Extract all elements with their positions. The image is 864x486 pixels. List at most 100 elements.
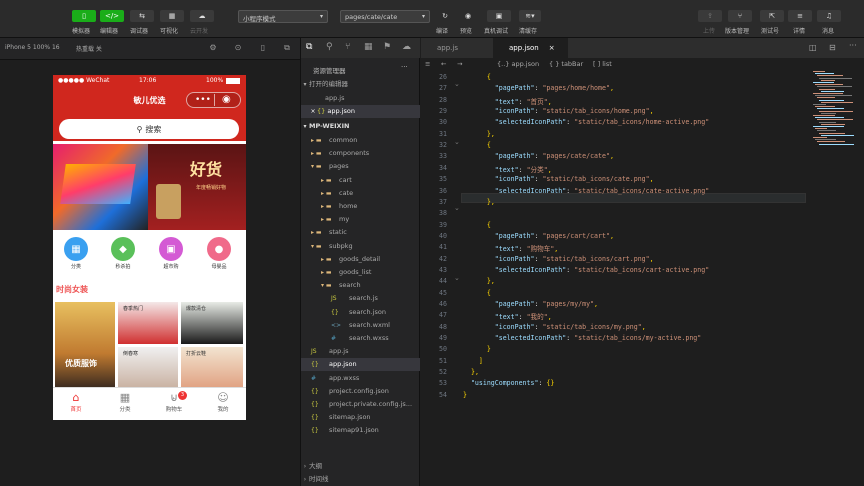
- version-manage-button[interactable]: ⑂: [728, 10, 752, 22]
- project-section[interactable]: ▾ MP-WEIXIN: [301, 120, 420, 133]
- tree-item[interactable]: ▸ ▬ cart: [301, 174, 420, 187]
- real-device-debug-button[interactable]: ▣: [487, 10, 511, 22]
- split-editor-icon[interactable]: ◫: [809, 43, 817, 52]
- wxss-file-icon: #: [311, 374, 317, 382]
- detach-window-icon[interactable]: ⧉: [282, 43, 292, 53]
- tab-home[interactable]: ⌂ 首页: [56, 391, 96, 413]
- compile-page-select[interactable]: pages/cate/cate ▾: [340, 10, 430, 23]
- code-content[interactable]: 26 {27 "pagePath": "pages/home/home", 28 …: [421, 71, 864, 431]
- fold-chevron-icon[interactable]: ⌄: [454, 80, 460, 88]
- tree-item[interactable]: ▸ ▬ common: [301, 134, 420, 147]
- tree-item[interactable]: ▾ ▬ pages: [301, 160, 420, 173]
- breadcrumb-item[interactable]: { } tabBar: [549, 58, 583, 71]
- timeline-section[interactable]: › 时间线: [301, 473, 420, 486]
- debug-icon[interactable]: ⚑: [383, 42, 391, 52]
- swiper-banner[interactable]: 好货 年度畅销好物: [53, 144, 246, 230]
- messages-button[interactable]: ♫: [817, 10, 841, 22]
- clear-cache-button[interactable]: ≋▾: [519, 10, 541, 22]
- compile-button[interactable]: ↻: [433, 10, 457, 22]
- tree-item[interactable]: ▸ ▬ goods_list: [301, 266, 420, 279]
- close-icon[interactable]: ×: [309, 105, 317, 118]
- cat-item-mother-baby[interactable]: ● 母婴品: [205, 237, 233, 270]
- tree-item[interactable]: ▸ ▬ static: [301, 226, 420, 239]
- tree-item[interactable]: ▸ ▬ components: [301, 147, 420, 160]
- tree-item-label: static: [329, 228, 347, 237]
- tab-category[interactable]: ▦ 分类: [105, 391, 145, 413]
- tree-item[interactable]: # search.wxss: [301, 332, 420, 345]
- breadcrumb-item[interactable]: {..} app.json: [497, 58, 539, 71]
- tree-item[interactable]: {} project.config.json: [301, 385, 420, 398]
- upload-button[interactable]: ⇪: [698, 10, 722, 22]
- more-dots-icon[interactable]: •••: [195, 94, 211, 106]
- tree-item[interactable]: {} search.json: [301, 306, 420, 319]
- line-number: 48: [439, 322, 447, 331]
- cloud-dev-button[interactable]: ☁: [190, 10, 214, 22]
- toggle-panel-icon[interactable]: ⊟: [829, 43, 836, 52]
- gear-icon[interactable]: ⚙: [208, 43, 218, 53]
- hot-reload-toggle[interactable]: 热重载 关: [76, 44, 102, 53]
- floor-image-5[interactable]: 打折云鞋: [181, 347, 243, 389]
- more-actions-icon[interactable]: ···: [849, 41, 857, 50]
- cat-item-seckill[interactable]: ◆ 秒杀拍: [109, 237, 137, 270]
- minimap[interactable]: [807, 71, 857, 151]
- floor-image-3[interactable]: 爆款清仓: [181, 302, 243, 344]
- tree-item[interactable]: ▸ ▬ cate: [301, 187, 420, 200]
- phone-rotate-icon[interactable]: ▯: [258, 43, 268, 53]
- editor-toggle-button[interactable]: </>: [100, 10, 124, 22]
- tree-item[interactable]: {} sitemap.json: [301, 411, 420, 424]
- tree-item[interactable]: ▸ ▬ my: [301, 213, 420, 226]
- floor-image-4[interactable]: 倒春寒: [118, 347, 178, 389]
- tab-my[interactable]: ☺ 我的: [203, 391, 243, 413]
- tree-item[interactable]: ▸ ▬ goods_detail: [301, 253, 420, 266]
- cat-item-supermarket[interactable]: ▣ 超市购: [157, 237, 185, 270]
- cat-item-classify[interactable]: ▦ 分类: [62, 237, 90, 270]
- tree-item[interactable]: {} app.json: [301, 358, 420, 372]
- forward-arrow-icon[interactable]: →: [457, 58, 462, 71]
- visual-toggle-button[interactable]: ▦: [160, 10, 184, 22]
- device-select[interactable]: iPhone 5 100% 16: [5, 44, 60, 51]
- record-icon[interactable]: ⊙: [233, 43, 243, 53]
- tree-item[interactable]: {} sitemap91.json: [301, 424, 420, 437]
- back-arrow-icon[interactable]: ←: [441, 58, 446, 71]
- tree-item[interactable]: # app.wxss: [301, 372, 420, 385]
- breadcrumb-item[interactable]: [ ] list: [593, 58, 612, 71]
- simulator-toggle-button[interactable]: ▯: [72, 10, 96, 22]
- tree-item-label: app.json: [329, 360, 357, 369]
- extensions-icon[interactable]: ▦: [364, 42, 373, 52]
- tree-item[interactable]: <> search.wxml: [301, 319, 420, 332]
- tab-app-js[interactable]: app.js: [421, 38, 491, 58]
- open-editors-section[interactable]: ▾ 打开的编辑器: [301, 78, 420, 91]
- open-file-app-json[interactable]: ×{} app.json: [301, 105, 420, 118]
- mode-select[interactable]: 小程序模式 ▾: [238, 10, 328, 23]
- tree-item[interactable]: {} project.private.config.js...: [301, 398, 420, 411]
- test-account-button[interactable]: ⇱: [760, 10, 784, 22]
- search-icon[interactable]: ⚲: [326, 42, 333, 52]
- fold-chevron-icon[interactable]: ⌄: [454, 204, 460, 212]
- cloud-icon[interactable]: ☁: [402, 42, 411, 52]
- floor-image-2[interactable]: 春季热门: [118, 302, 178, 344]
- tab-app-json[interactable]: app.json ×: [493, 38, 568, 58]
- tree-item[interactable]: JS app.js: [301, 345, 420, 358]
- code-line: "pagePath": "pages/my/my",: [494, 300, 599, 308]
- tree-item[interactable]: ▾ ▬ search: [301, 279, 420, 292]
- files-icon[interactable]: ⧉: [306, 42, 312, 52]
- close-icon[interactable]: ×: [549, 44, 555, 52]
- list-icon[interactable]: ≡: [425, 58, 430, 71]
- open-file-app-js[interactable]: app.js: [301, 92, 420, 105]
- floor-main-image[interactable]: 优质服饰: [55, 302, 115, 388]
- fold-chevron-icon[interactable]: ⌄: [454, 138, 460, 146]
- debugger-toggle-button[interactable]: ⇆: [130, 10, 154, 22]
- tab-cart[interactable]: ⊌ 购物车 3: [154, 391, 194, 413]
- more-actions-icon[interactable]: ···: [401, 63, 408, 71]
- source-control-icon[interactable]: ⑂: [345, 42, 350, 52]
- tree-item[interactable]: ▸ ▬ home: [301, 200, 420, 213]
- file-label: app.json: [327, 107, 355, 115]
- preview-button[interactable]: ◉: [456, 10, 480, 22]
- close-miniprogram-icon[interactable]: ◉: [222, 94, 231, 106]
- tree-item[interactable]: JS search.js: [301, 292, 420, 305]
- search-bar[interactable]: ⚲ 搜索: [59, 119, 239, 139]
- details-button[interactable]: ≡: [788, 10, 812, 22]
- tree-item[interactable]: ▾ ▬ subpkg: [301, 240, 420, 253]
- fold-chevron-icon[interactable]: ⌄: [454, 274, 460, 282]
- outline-section[interactable]: › 大纲: [301, 460, 420, 473]
